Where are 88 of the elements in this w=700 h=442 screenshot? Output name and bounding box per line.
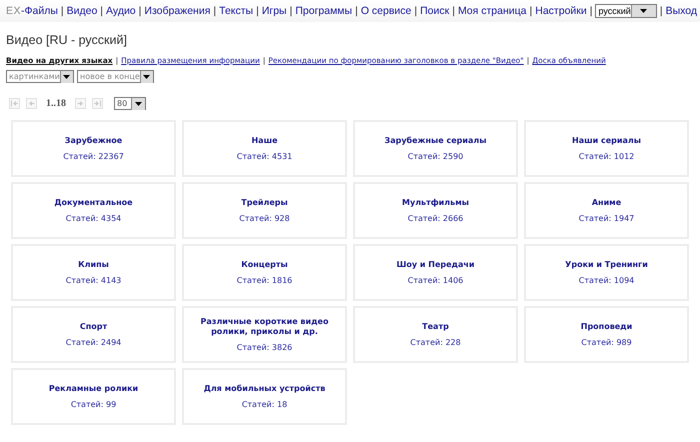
article-count: Статей: 928 [239, 214, 290, 223]
article-count: Статей: 1947 [578, 214, 634, 223]
nav-link[interactable]: Моя страница [458, 5, 527, 17]
article-count: Статей: 18 [242, 400, 288, 409]
category-card[interactable]: Наши сериалы Статей: 1012 [524, 120, 689, 177]
sort-select[interactable]: новое в конце [77, 70, 154, 83]
nav-link[interactable]: О сервисе [360, 5, 412, 17]
category-card[interactable]: Трейлеры Статей: 928 [182, 182, 347, 239]
separator: | [355, 5, 358, 17]
article-count: Статей: 1816 [236, 276, 292, 285]
article-count: Статей: 2590 [408, 152, 464, 161]
category-card[interactable]: Уроки и Тренинги Статей: 1094 [524, 244, 689, 301]
article-count: Статей: 4531 [236, 152, 292, 161]
separator: | [60, 5, 64, 17]
article-count: Статей: 228 [410, 338, 461, 347]
category-card[interactable]: Шоу и Передачи Статей: 1406 [353, 244, 518, 301]
article-count: Статей: 3826 [236, 342, 292, 352]
separator: | [100, 5, 104, 17]
category-title[interactable]: Зарубежные сериалы [384, 136, 486, 146]
article-count: Статей: 2494 [66, 338, 122, 347]
category-title[interactable]: Различные короткие видео ролики, приколы и др. [192, 317, 337, 337]
category-title[interactable]: Наши сериалы [572, 136, 641, 146]
category-title[interactable]: Уроки и Тренинги [565, 260, 648, 270]
category-card[interactable]: Клипы Статей: 4143 [11, 244, 176, 301]
article-count: Статей: 2666 [408, 214, 464, 223]
category-card[interactable]: Проповеди Статей: 989 [524, 306, 689, 363]
category-title[interactable]: Клипы [78, 260, 109, 270]
category-title[interactable]: Театр [422, 322, 449, 332]
category-card[interactable]: Мультфильмы Статей: 2666 [353, 182, 518, 239]
category-card[interactable]: Спорт Статей: 2494 [11, 306, 176, 363]
separator: | [530, 5, 532, 17]
category-title[interactable]: Зарубежное [64, 136, 122, 146]
separator: | [213, 5, 216, 17]
category-card[interactable]: Театр Статей: 228 [353, 306, 518, 363]
nav-link[interactable]: Выход [666, 5, 697, 17]
category-card[interactable]: Зарубежное Статей: 22367 [11, 120, 176, 177]
nav-link[interactable]: Игры [262, 5, 287, 17]
right-arrow-icon [76, 99, 85, 108]
category-title[interactable]: Рекламные ролики [48, 384, 138, 394]
nav-link[interactable]: -Файлы [21, 5, 58, 17]
category-card[interactable]: Рекламные ролики Статей: 99 [11, 368, 176, 425]
per-page-select[interactable]: 80 [114, 97, 146, 110]
article-count: Статей: 1094 [578, 276, 634, 285]
category-card[interactable]: Различные короткие видео ролики, приколы и др. Статей: 3826 [182, 306, 347, 363]
category-title[interactable]: Шоу и Передачи [396, 260, 474, 270]
nav-link[interactable]: Видео [66, 5, 98, 17]
category-title[interactable]: Аниме [592, 198, 622, 208]
category-title[interactable]: Концерты [241, 260, 288, 270]
category-title[interactable]: Проповеди [580, 322, 632, 332]
category-title[interactable]: Мультфильмы [402, 198, 469, 208]
separator: | [660, 5, 663, 17]
nav-link[interactable]: Тексты [219, 5, 254, 17]
separator: | [138, 5, 142, 17]
article-count: Статей: 1406 [408, 276, 464, 285]
page-heading: Видео [RU - русский] [6, 33, 128, 47]
language-select[interactable]: русский [595, 4, 657, 18]
article-count: Статей: 99 [70, 400, 116, 409]
separator: | [256, 5, 259, 17]
nav-link[interactable]: Изображения [144, 5, 210, 17]
page-range: 1..18 [46, 98, 66, 109]
nav-link[interactable]: Аудио [106, 5, 136, 17]
category-card[interactable]: Аниме Статей: 1947 [524, 182, 689, 239]
article-count: Статей: 1012 [578, 152, 634, 161]
category-title[interactable]: Спорт [80, 322, 108, 332]
category-card[interactable]: Наше Статей: 4531 [182, 120, 347, 177]
category-card[interactable]: Зарубежные сериалы Статей: 2590 [353, 120, 518, 177]
article-count: Статей: 4354 [66, 214, 122, 223]
view-mode-select[interactable]: картинками [6, 70, 74, 83]
separator: | [452, 5, 455, 17]
last-arrow-icon [93, 99, 102, 108]
article-count: Статей: 22367 [63, 152, 124, 161]
category-card[interactable]: Документальное Статей: 4354 [11, 182, 176, 239]
nav-link[interactable]: Настройки [535, 5, 587, 17]
nav-link[interactable]: Поиск [420, 5, 450, 17]
category-card[interactable]: Концерты Статей: 1816 [182, 244, 347, 301]
nav-link[interactable]: Программы [295, 5, 352, 17]
category-title[interactable]: Документальное [54, 198, 133, 208]
separator: | [590, 5, 592, 17]
separator: | [290, 5, 292, 17]
first-arrow-icon [10, 99, 19, 108]
category-title[interactable]: Наше [251, 136, 278, 146]
left-arrow-icon [27, 99, 36, 108]
category-title[interactable]: Для мобильных устройств [204, 384, 326, 394]
article-count: Статей: 4143 [66, 276, 122, 285]
category-title[interactable]: Трейлеры [241, 198, 288, 208]
category-card[interactable]: Для мобильных устройств Статей: 18 [182, 368, 347, 425]
article-count: Статей: 989 [581, 338, 632, 347]
separator: | [414, 5, 418, 17]
